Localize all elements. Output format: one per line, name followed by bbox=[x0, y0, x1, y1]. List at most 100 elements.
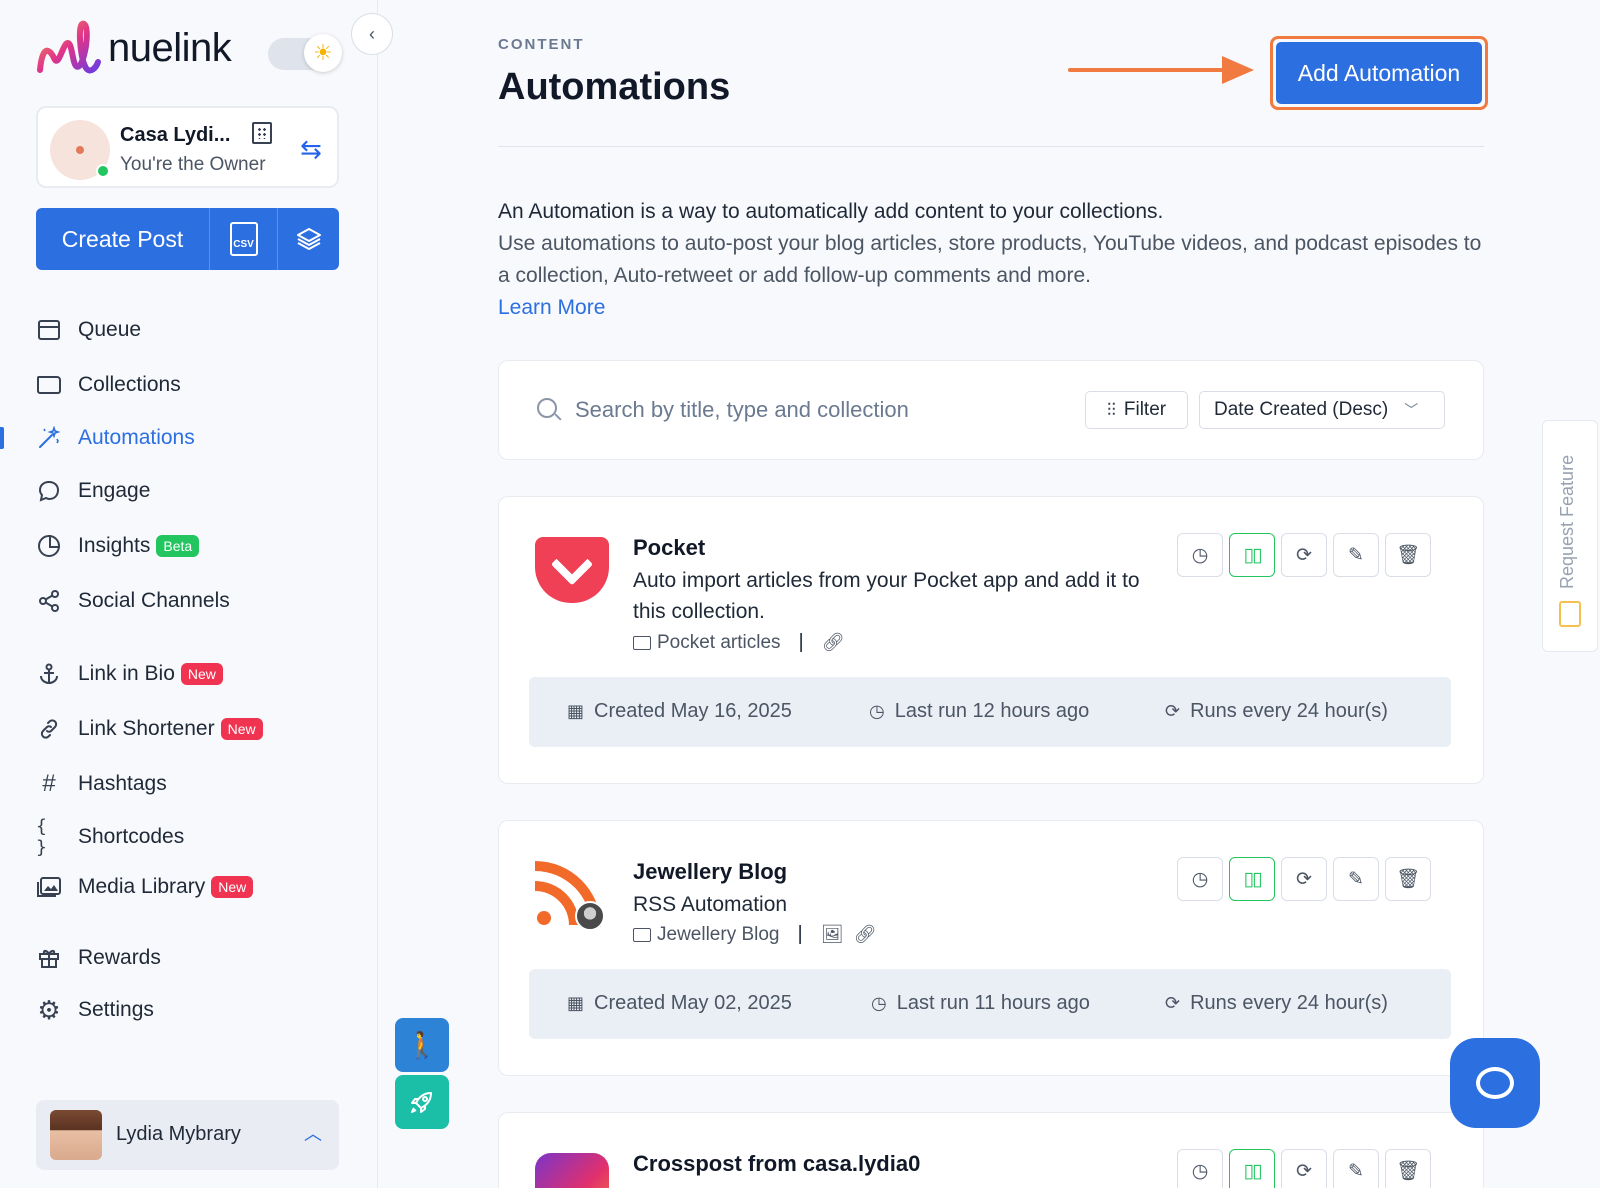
blog-avatar bbox=[575, 901, 605, 931]
support-chat-button[interactable] bbox=[1450, 1038, 1540, 1128]
pause-button[interactable]: ▯▯ bbox=[1229, 1149, 1275, 1188]
switch-account-icon[interactable]: ⇆ bbox=[300, 134, 322, 165]
run-frequency: ⟳ Runs every 24 hour(s) bbox=[1165, 992, 1388, 1014]
chat-icon bbox=[1476, 1067, 1514, 1099]
account-avatar bbox=[50, 120, 110, 180]
clock-icon: ◷ bbox=[871, 993, 887, 1013]
theme-toggle[interactable]: ☀ bbox=[268, 34, 342, 72]
automation-card: Crosspost from casa.lydia0 ◷ ▯▯ ⟳ ✎ 🗑︎ bbox=[498, 1112, 1484, 1188]
search-toolbar: ⫶⫶ Filter Date Created (Desc) ﹀ bbox=[498, 360, 1484, 460]
csv-import-button[interactable]: CSV bbox=[210, 208, 278, 270]
pause-icon: ▯▯ bbox=[1243, 1160, 1263, 1182]
highlight-arrow bbox=[1068, 56, 1254, 84]
user-menu[interactable]: Lydia Mybrary ︿ bbox=[36, 1100, 339, 1170]
page-title: Automations bbox=[498, 66, 731, 108]
automation-actions: ◷ ▯▯ ⟳ ✎ 🗑︎ bbox=[1177, 533, 1437, 577]
add-automation-button[interactable]: Add Automation bbox=[1276, 42, 1482, 104]
run-now-button[interactable]: ⟳ bbox=[1281, 857, 1327, 901]
nav-item-queue[interactable]: Queue bbox=[36, 310, 141, 350]
refresh-icon: ⟳ bbox=[1165, 701, 1181, 721]
created-date: ▦ Created May 16, 2025 bbox=[567, 700, 792, 722]
hashtag-icon: # bbox=[42, 770, 56, 797]
last-run: ◷ Last run 11 hours ago bbox=[871, 992, 1090, 1014]
account-name: Casa Lydi... bbox=[120, 124, 231, 146]
nav-item-engage[interactable]: Engage bbox=[36, 471, 150, 511]
building-icon bbox=[252, 122, 272, 144]
nav-item-settings[interactable]: ⚙ Settings bbox=[36, 990, 154, 1030]
image-icon[interactable]: 🖼︎ bbox=[821, 924, 844, 945]
clock-icon: ◷ bbox=[1191, 1160, 1209, 1182]
account-switcher[interactable]: Casa Lydi... You're the Owner ⇆ bbox=[36, 106, 339, 188]
request-feature-tab[interactable]: Request Feature bbox=[1542, 420, 1598, 652]
header-divider bbox=[498, 146, 1484, 147]
delete-button[interactable]: 🗑︎ bbox=[1385, 533, 1431, 577]
trash-icon: 🗑︎ bbox=[1395, 869, 1421, 890]
nav-item-media-library[interactable]: Media Library New bbox=[36, 867, 254, 907]
link-icon[interactable]: 🔗︎ bbox=[822, 632, 845, 653]
pause-icon: ▯▯ bbox=[1243, 868, 1263, 890]
meta-separator: | bbox=[798, 631, 804, 653]
sort-select[interactable]: Date Created (Desc) ﹀ bbox=[1199, 391, 1445, 429]
user-avatar bbox=[50, 1110, 102, 1160]
instagram-logo bbox=[535, 1153, 609, 1188]
image-gallery-icon bbox=[36, 874, 62, 900]
gear-icon: ⚙ bbox=[37, 994, 61, 1025]
link-icon bbox=[36, 716, 62, 742]
nav-item-automations[interactable]: Automations bbox=[36, 418, 195, 458]
automation-stats: ▦ Created May 02, 2025 ◷ Last run 11 hours… bbox=[529, 969, 1451, 1039]
new-badge: New bbox=[180, 663, 223, 685]
automation-title: Crosspost from casa.lydia0 bbox=[633, 1151, 921, 1176]
pause-button[interactable]: ▯▯ bbox=[1229, 533, 1275, 577]
link-icon[interactable]: 🔗︎ bbox=[854, 924, 877, 945]
nav-item-insights[interactable]: Insights Beta bbox=[36, 526, 200, 566]
nav-item-social-channels[interactable]: Social Channels bbox=[36, 581, 230, 621]
history-button[interactable]: ◷ bbox=[1177, 1149, 1223, 1188]
nav-item-shortcodes[interactable]: { } Shortcodes bbox=[36, 816, 184, 858]
account-role: You're the Owner bbox=[120, 154, 266, 175]
edit-button[interactable]: ✎ bbox=[1333, 1149, 1379, 1188]
sun-icon: ☀ bbox=[304, 34, 342, 72]
clock-icon: ◷ bbox=[1191, 544, 1209, 566]
search-input[interactable] bbox=[575, 387, 1055, 433]
nav-item-collections[interactable]: Collections bbox=[36, 365, 181, 405]
search-icon bbox=[537, 398, 557, 418]
run-frequency: ⟳ Runs every 24 hour(s) bbox=[1165, 700, 1388, 722]
delete-button[interactable]: 🗑︎ bbox=[1385, 857, 1431, 901]
history-button[interactable]: ◷ bbox=[1177, 533, 1223, 577]
automation-title: Jewellery Blog bbox=[633, 859, 788, 884]
nav-item-link-in-bio[interactable]: Link in Bio New bbox=[36, 654, 223, 694]
user-name: Lydia Mybrary bbox=[116, 1123, 241, 1145]
beta-badge: Beta bbox=[156, 535, 200, 557]
new-badge: New bbox=[211, 876, 254, 898]
bulk-create-button[interactable] bbox=[278, 208, 339, 270]
collection-link[interactable]: Jewellery Blog bbox=[657, 924, 780, 946]
chat-bubble-icon bbox=[36, 478, 62, 504]
delete-button[interactable]: 🗑︎ bbox=[1385, 1149, 1431, 1188]
learn-more-link[interactable]: Learn More bbox=[498, 292, 1484, 324]
nuelink-logo[interactable]: nuelink bbox=[36, 18, 232, 78]
collapse-sidebar-button[interactable]: ‹ bbox=[351, 13, 393, 55]
clock-icon: ◷ bbox=[1191, 868, 1209, 890]
automation-actions: ◷ ▯▯ ⟳ ✎ 🗑︎ bbox=[1177, 1149, 1437, 1188]
refresh-icon: ⟳ bbox=[1296, 544, 1312, 566]
edit-button[interactable]: ✎ bbox=[1333, 857, 1379, 901]
nav-item-hashtags[interactable]: # Hashtags bbox=[36, 764, 166, 804]
created-date: ▦ Created May 02, 2025 bbox=[567, 992, 792, 1014]
history-button[interactable]: ◷ bbox=[1177, 857, 1223, 901]
last-run: ◷ Last run 12 hours ago bbox=[869, 700, 1090, 722]
magic-wand-icon bbox=[36, 425, 62, 451]
nav-item-rewards[interactable]: Rewards bbox=[36, 938, 161, 978]
calendar-icon: ▦ bbox=[567, 701, 585, 721]
edit-button[interactable]: ✎ bbox=[1333, 533, 1379, 577]
nav-item-link-shortener[interactable]: Link Shortener New bbox=[36, 709, 263, 749]
pause-button[interactable]: ▯▯ bbox=[1229, 857, 1275, 901]
run-now-button[interactable]: ⟳ bbox=[1281, 533, 1327, 577]
create-post-button[interactable]: Create Post bbox=[36, 208, 210, 270]
intro-line-2: Use automations to auto-post your blog a… bbox=[498, 232, 1482, 287]
online-status-dot bbox=[96, 164, 110, 178]
filter-button[interactable]: ⫶⫶ Filter bbox=[1085, 391, 1188, 429]
pause-icon: ▯▯ bbox=[1243, 544, 1263, 566]
automation-actions: ◷ ▯▯ ⟳ ✎ 🗑︎ bbox=[1177, 857, 1437, 901]
collection-link[interactable]: Pocket articles bbox=[657, 632, 781, 654]
run-now-button[interactable]: ⟳ bbox=[1281, 1149, 1327, 1188]
